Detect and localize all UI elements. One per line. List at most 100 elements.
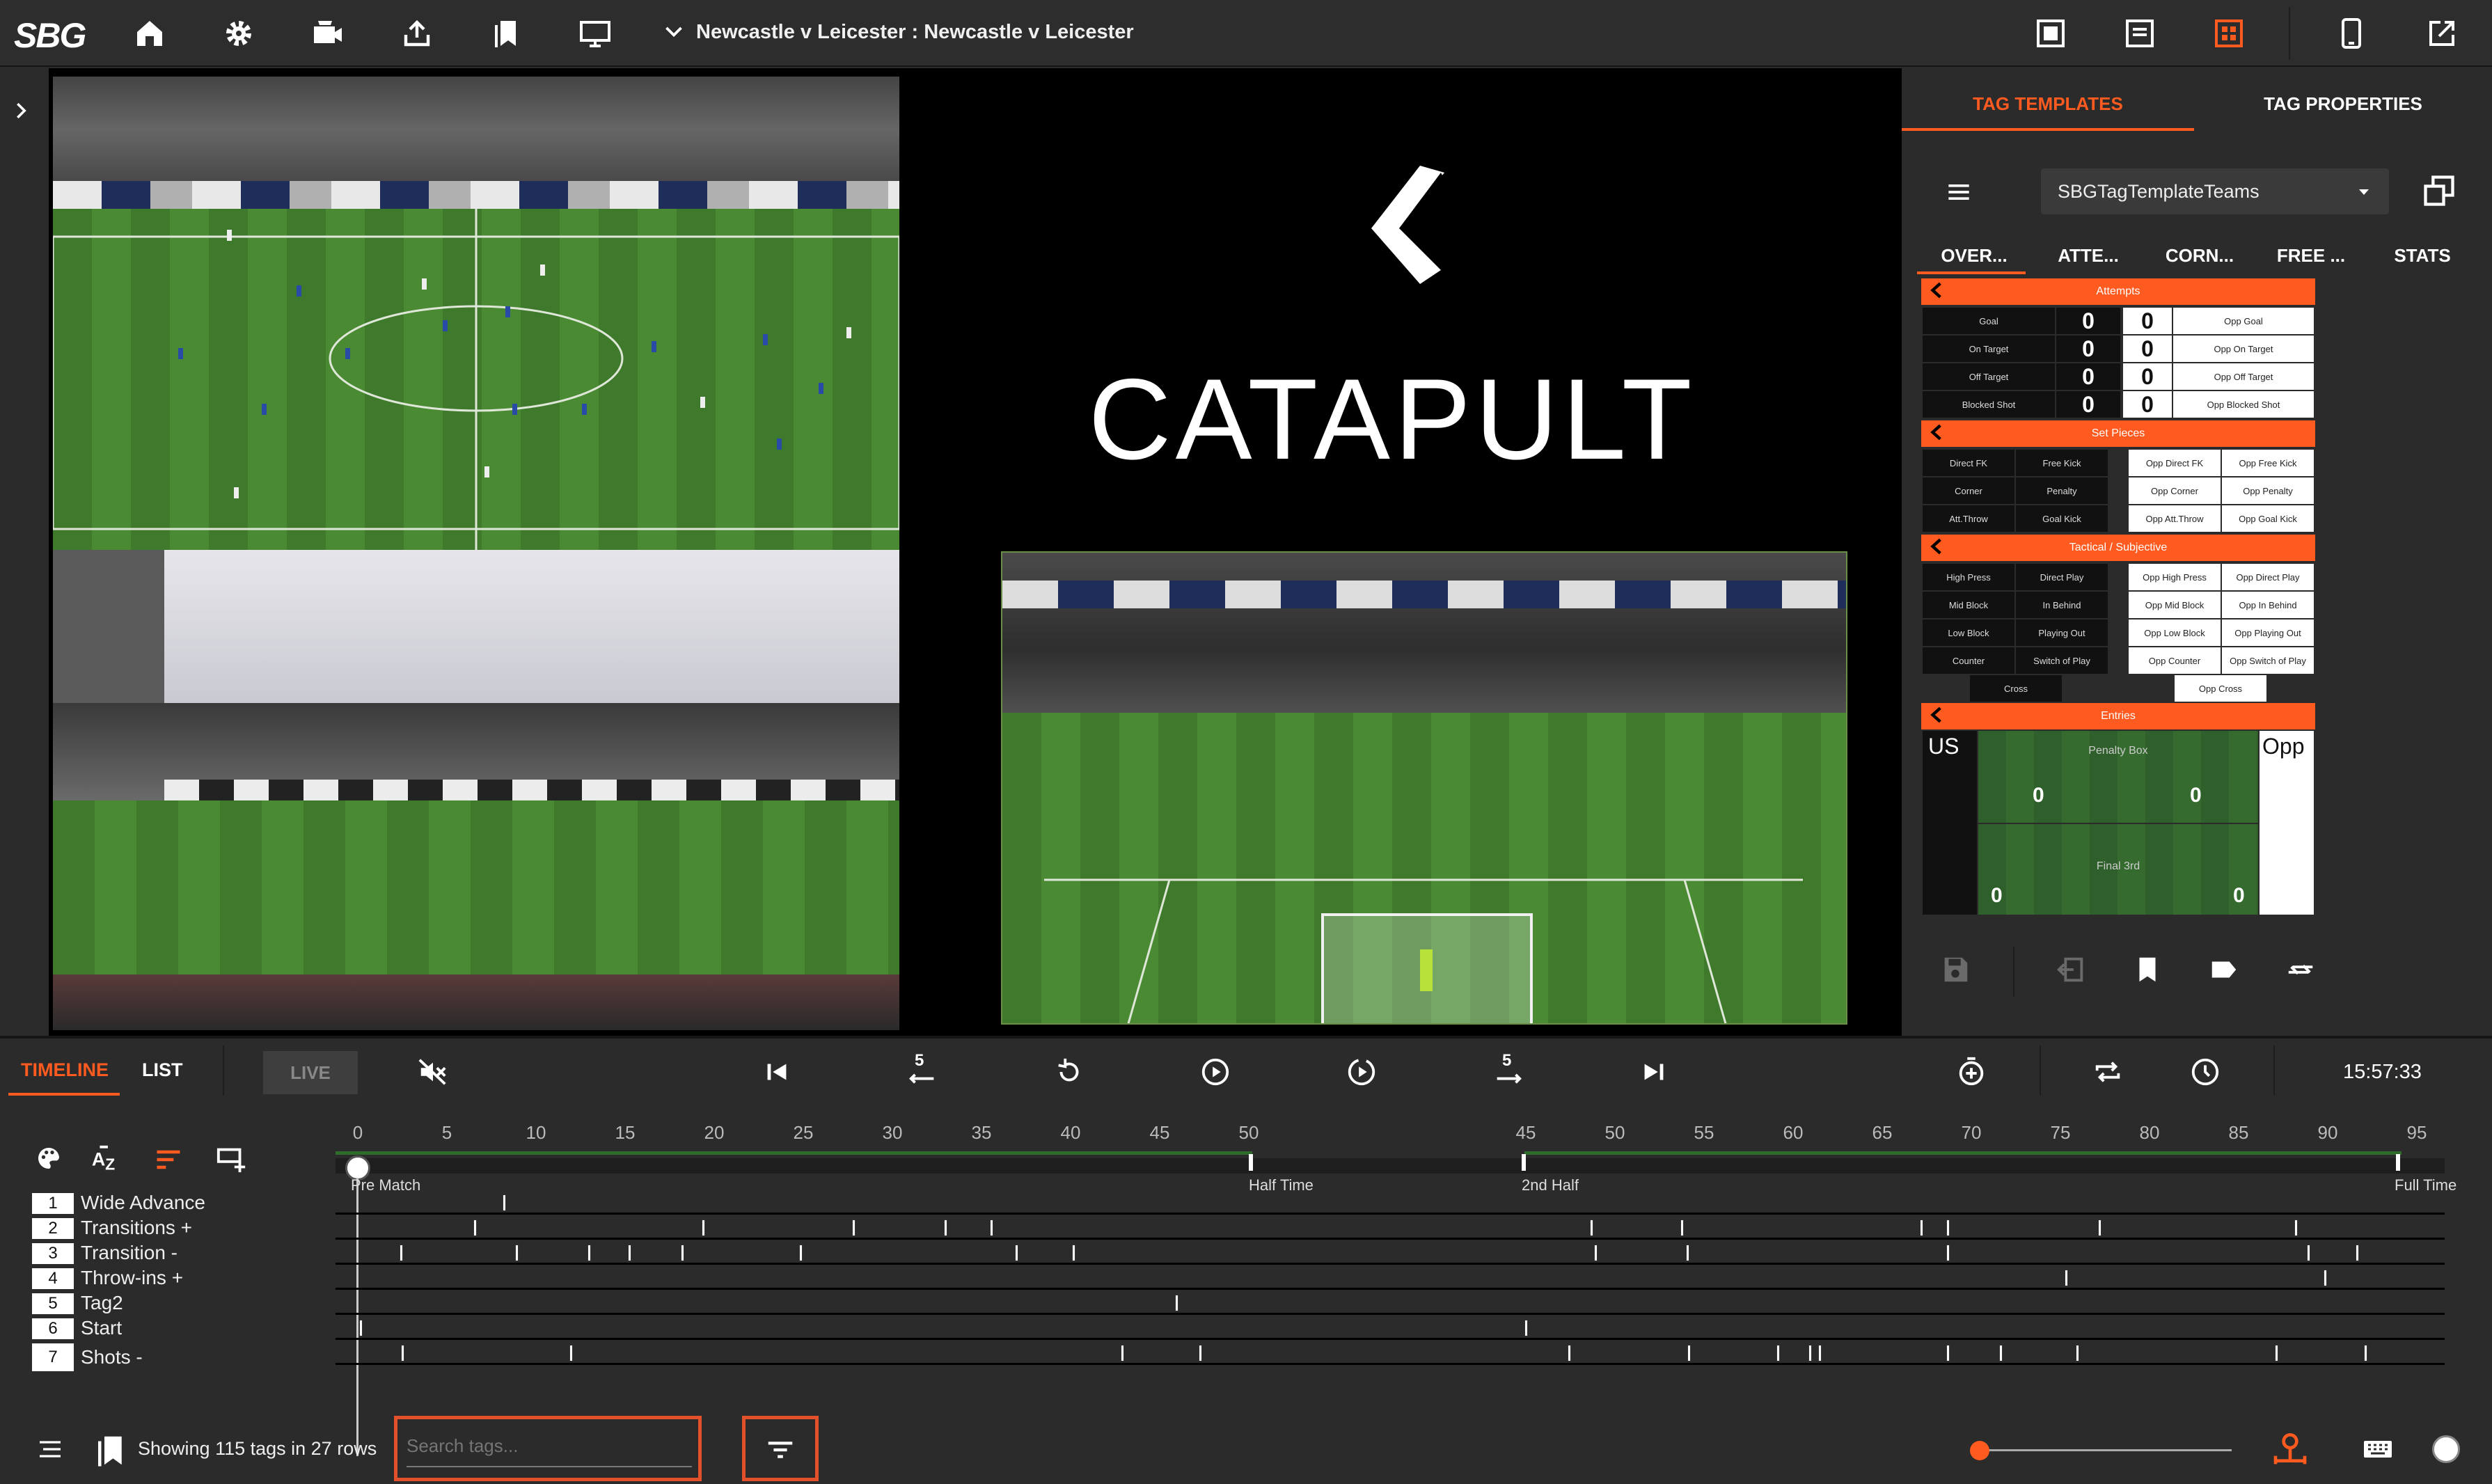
cross-tag-button[interactable]: Cross	[1970, 675, 2062, 702]
category-tab[interactable]: CORN...	[2144, 245, 2255, 267]
tag-marker[interactable]	[2364, 1345, 2367, 1361]
tag-marker[interactable]	[1776, 1345, 1780, 1361]
match-title[interactable]: Newcastle v Leicester : Newcastle v Leic…	[696, 21, 1134, 44]
bookmarks-icon[interactable]	[487, 14, 526, 53]
chevron-right-icon[interactable]	[10, 99, 33, 123]
play-icon[interactable]	[1194, 1051, 1236, 1093]
save-icon[interactable]	[1939, 954, 1971, 986]
camera-view-1[interactable]	[53, 77, 899, 550]
opp-cross-tag-button[interactable]: Opp Cross	[2175, 675, 2266, 702]
external-link-icon[interactable]	[2422, 14, 2461, 53]
tag-marker[interactable]	[1946, 1245, 1950, 1261]
opp-set-piece-tag-button[interactable]: Opp Free Kick	[2222, 450, 2314, 476]
upload-icon[interactable]	[397, 14, 436, 53]
opp-tactical-tag-button[interactable]: Opp Direct Play	[2222, 564, 2314, 590]
sort-lines-icon[interactable]	[153, 1144, 184, 1175]
row-label[interactable]: Transitions +	[81, 1217, 192, 1239]
tag-marker[interactable]	[1175, 1295, 1178, 1311]
import-icon[interactable]	[2055, 954, 2087, 986]
tactical-tag-button[interactable]: High Press	[1923, 564, 2014, 590]
tag-marker[interactable]	[1946, 1219, 1950, 1236]
tactical-tag-button[interactable]: Direct Play	[2016, 564, 2108, 590]
search-tags-input[interactable]	[407, 1426, 692, 1467]
attempt-tag-button[interactable]: Blocked Shot	[1923, 391, 2055, 418]
opp-tactical-tag-button[interactable]: Opp In Behind	[2222, 592, 2314, 618]
set-piece-tag-button[interactable]: Free Kick	[2016, 450, 2108, 476]
tag-marker[interactable]	[569, 1345, 573, 1361]
camera-view-3[interactable]	[1001, 551, 1847, 1025]
filter-icon[interactable]	[764, 1434, 796, 1466]
bookmark-icon[interactable]	[2131, 954, 2163, 986]
menu-icon[interactable]	[1943, 177, 1974, 207]
play-loop-icon[interactable]	[1341, 1051, 1382, 1093]
attempt-tag-button[interactable]: On Target	[1923, 336, 2055, 362]
tag-marker[interactable]	[1199, 1345, 1202, 1361]
list-icon[interactable]	[36, 1435, 64, 1463]
back-chevron-icon[interactable]	[1928, 537, 1946, 555]
tactical-tag-button[interactable]: Switch of Play	[2016, 647, 2108, 674]
skip-forward-5-icon[interactable]: 5	[1487, 1051, 1529, 1093]
bookmarks-icon[interactable]	[92, 1430, 129, 1471]
tactical-tag-button[interactable]: Mid Block	[1923, 592, 2014, 618]
opp-set-piece-tag-button[interactable]: Opp Direct FK	[2129, 450, 2221, 476]
side-panel-toggle[interactable]	[0, 68, 49, 1036]
back-chevron-icon[interactable]	[1928, 706, 1946, 724]
skip-to-start-icon[interactable]	[756, 1051, 798, 1093]
popout-window-icon[interactable]	[2421, 173, 2457, 209]
opp-tactical-tag-button[interactable]: Opp Low Block	[2129, 619, 2221, 646]
section-header[interactable]: Tactical / Subjective	[1921, 535, 2315, 561]
tag-marker[interactable]	[1015, 1245, 1018, 1261]
category-tab[interactable]: ATTE...	[2033, 245, 2144, 267]
add-row-icon[interactable]	[214, 1143, 249, 1175]
tag-marker[interactable]	[2307, 1245, 2310, 1261]
set-piece-tag-button[interactable]: Direct FK	[1923, 450, 2014, 476]
category-tab[interactable]: STATS	[2367, 245, 2478, 267]
attempt-tag-button[interactable]: Goal	[1923, 308, 2055, 334]
tactical-tag-button[interactable]: Low Block	[1923, 619, 2014, 646]
section-header[interactable]: Attempts	[1921, 278, 2315, 305]
tag-marker[interactable]	[1594, 1245, 1598, 1261]
opp-set-piece-tag-button[interactable]: Opp Penalty	[2222, 477, 2314, 504]
tag-marker[interactable]	[2356, 1245, 2359, 1261]
row-label[interactable]: Tag2	[81, 1292, 123, 1314]
tag-marker[interactable]	[515, 1245, 519, 1261]
tag-marker[interactable]	[2275, 1345, 2278, 1361]
monitor-icon[interactable]	[576, 14, 615, 53]
tag-marker[interactable]	[359, 1320, 363, 1336]
tag-marker[interactable]	[2294, 1219, 2298, 1236]
camera-icon[interactable]	[308, 14, 347, 53]
tag-marker[interactable]	[1999, 1345, 2003, 1361]
row-label[interactable]: Start	[81, 1317, 122, 1339]
tag-marker[interactable]	[1687, 1345, 1691, 1361]
row-label[interactable]: Shots -	[81, 1346, 143, 1368]
tag-marker[interactable]	[1808, 1345, 1812, 1361]
tablet-icon[interactable]	[2332, 14, 2371, 53]
opp-tactical-tag-button[interactable]: Opp Counter	[2129, 647, 2221, 674]
opp-attempt-tag-button[interactable]: Opp Blocked Shot	[2173, 391, 2314, 418]
camera-view-2[interactable]	[53, 550, 899, 1030]
tag-marker[interactable]	[1590, 1219, 1593, 1236]
tag-marker[interactable]	[702, 1219, 705, 1236]
opp-attempt-tag-button[interactable]: Opp Goal	[2173, 308, 2314, 334]
tag-marker[interactable]	[990, 1219, 993, 1236]
tag-marker[interactable]	[1568, 1345, 1571, 1361]
tag-marker[interactable]	[1072, 1245, 1075, 1261]
layout-single-icon[interactable]	[2031, 14, 2070, 53]
tag-marker[interactable]	[681, 1245, 684, 1261]
tag-marker[interactable]	[1680, 1219, 1684, 1236]
opp-attempt-tag-button[interactable]: Opp On Target	[2173, 336, 2314, 362]
set-piece-tag-button[interactable]: Corner	[1923, 477, 2014, 504]
center-playhead-icon[interactable]	[2271, 1428, 2310, 1467]
opp-tactical-tag-button[interactable]: Opp High Press	[2129, 564, 2221, 590]
tactical-tag-button[interactable]: Counter	[1923, 647, 2014, 674]
segment-marker[interactable]	[1249, 1154, 1253, 1171]
tab-tag-properties[interactable]: TAG PROPERTIES	[2194, 93, 2492, 115]
section-header[interactable]: Set Pieces	[1921, 420, 2315, 447]
opp-attempt-tag-button[interactable]: Opp Off Target	[2173, 363, 2314, 390]
tag-marker[interactable]	[401, 1345, 404, 1361]
attempt-tag-button[interactable]: Off Target	[1923, 363, 2055, 390]
layout-document-icon[interactable]	[2120, 14, 2159, 53]
set-piece-tag-button[interactable]: Penalty	[2016, 477, 2108, 504]
mute-icon[interactable]	[412, 1051, 454, 1093]
tactical-tag-button[interactable]: Playing Out	[2016, 619, 2108, 646]
